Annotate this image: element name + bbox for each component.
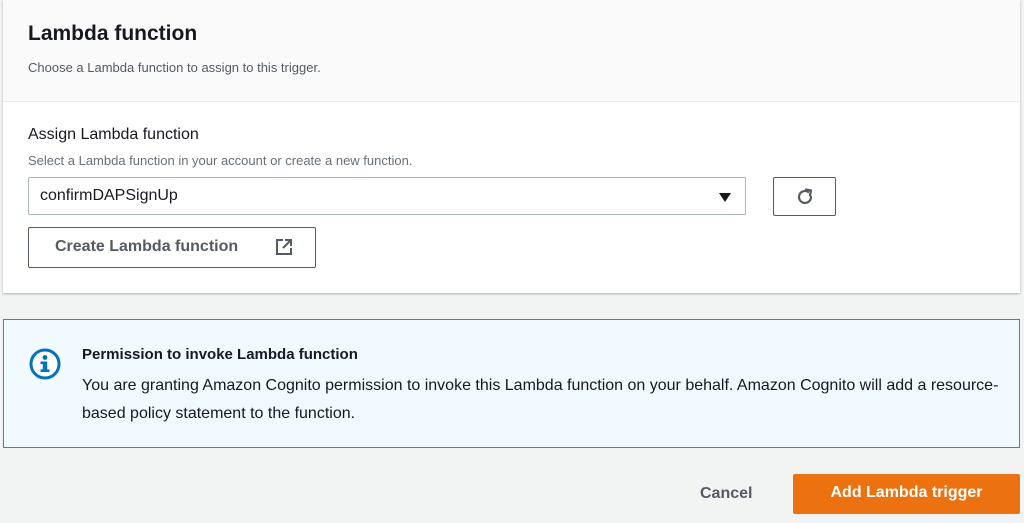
external-link-icon: [276, 239, 292, 255]
panel-header: Lambda function Choose a Lambda function…: [3, 0, 1020, 102]
selected-function-value: confirmDAPSignUp: [40, 187, 178, 204]
permission-info-alert: Permission to invoke Lambda function You…: [3, 319, 1020, 448]
create-lambda-function-button[interactable]: Create Lambda function: [28, 227, 316, 268]
assign-lambda-description: Select a Lambda function in your account…: [28, 153, 413, 168]
create-lambda-function-label: Create Lambda function: [55, 238, 239, 255]
add-lambda-trigger-label: Add Lambda trigger: [830, 484, 983, 501]
lambda-function-panel: Lambda function Choose a Lambda function…: [3, 0, 1020, 293]
cancel-label: Cancel: [700, 485, 753, 502]
add-lambda-trigger-button[interactable]: Add Lambda trigger: [793, 474, 1020, 514]
refresh-icon: [797, 188, 813, 205]
assign-lambda-label: Assign Lambda function: [28, 126, 199, 143]
caret-down-icon: [719, 193, 731, 202]
refresh-button[interactable]: [773, 177, 836, 216]
cancel-button[interactable]: Cancel: [690, 476, 770, 514]
panel-title: Lambda function: [28, 22, 198, 45]
lambda-function-select[interactable]: confirmDAPSignUp: [28, 177, 746, 215]
alert-title: Permission to invoke Lambda function: [82, 346, 358, 363]
panel-description: Choose a Lambda function to assign to th…: [28, 60, 321, 75]
alert-body: You are granting Amazon Cognito permissi…: [82, 377, 999, 422]
info-icon: [29, 348, 61, 380]
